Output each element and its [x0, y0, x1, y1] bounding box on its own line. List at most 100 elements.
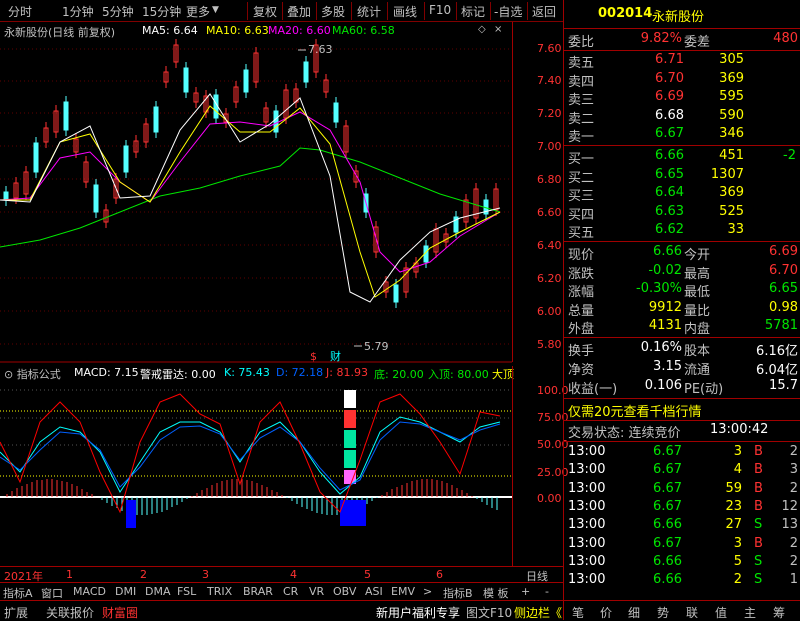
month-tick: 2	[140, 568, 147, 581]
buy-level-price: 6.64	[655, 185, 684, 201]
period-5min-button[interactable]: 5分钟	[102, 3, 134, 20]
tab-brar[interactable]: BRAR	[243, 585, 273, 598]
indicator-tick: 0.00	[537, 492, 562, 505]
signal-block	[344, 410, 356, 428]
tab-fsl[interactable]: FSL	[177, 585, 196, 598]
tick-side: B	[754, 462, 763, 478]
stock-name: 永新股份	[652, 10, 705, 25]
expand-button[interactable]: 扩展	[4, 604, 28, 621]
chart-canvas[interactable]: 7.63 5.79 $ 财	[0, 22, 512, 582]
tab-asi[interactable]: ASI	[365, 585, 383, 598]
period-toolbar: 分时 1分钟 5分钟 15分钟 更多 ▼ 复权 叠加 多股 统计 画线 F10 …	[0, 0, 563, 22]
tick-volume: 3	[733, 535, 742, 551]
dividend-marker[interactable]: $	[310, 350, 317, 363]
tab-indicator-a[interactable]: 指标A	[3, 585, 33, 601]
sell-level-row[interactable]: 卖四 6.70 369	[564, 70, 800, 90]
tab-dmi[interactable]: DMI	[115, 585, 136, 598]
indicator-header: ⊙ 指标公式 MACD: 7.15 警戒雷达: 0.00 K: 75.43 D:…	[0, 365, 514, 382]
signal-block	[344, 390, 356, 408]
buy-level-row[interactable]: 买五 6.62 33	[564, 222, 800, 241]
f10-button[interactable]: F10	[429, 3, 451, 17]
sell-level-row[interactable]: 卖一 6.67 346	[564, 126, 800, 145]
sell-level-row[interactable]: 卖三 6.69 595	[564, 89, 800, 109]
add-indicator-button[interactable]: +	[521, 585, 530, 598]
sell-level-row[interactable]: 卖二 6.68 590	[564, 108, 800, 127]
multi-stock-button[interactable]: 多股	[321, 3, 345, 20]
k-line	[0, 416, 501, 495]
sell-level-price: 6.69	[655, 89, 684, 105]
tab-window[interactable]: 窗口	[41, 585, 63, 601]
back-button[interactable]: 返回	[532, 3, 556, 20]
stat-value: 9912	[648, 299, 682, 315]
stat-row: 收益(一) 0.106 PE(动) 15.7	[564, 378, 800, 397]
tick-side: S	[754, 572, 763, 588]
stat-label: PE(动)	[684, 382, 724, 397]
period-intraday-button[interactable]: 分时	[8, 3, 32, 20]
mark-button[interactable]: 标记	[461, 3, 485, 20]
buy-level-price: 6.62	[655, 222, 684, 238]
adjust-button[interactable]: 复权	[253, 3, 277, 20]
tab-trix[interactable]: TRIX	[207, 585, 232, 598]
self-select-button[interactable]: -自选	[494, 3, 522, 20]
related-quotes-button[interactable]: 关联报价	[46, 604, 94, 621]
promo-link[interactable]: 新用户福利专享	[376, 604, 460, 621]
tab-dma[interactable]: DMA	[145, 585, 171, 598]
tick-time: 13:00	[568, 517, 606, 533]
buy-level-label: 买二	[568, 170, 595, 186]
finance-marker[interactable]: 财	[330, 349, 341, 363]
month-tick: 6	[436, 568, 443, 581]
chevron-down-icon[interactable]: ▼	[212, 5, 219, 15]
f10-link[interactable]: 图文F10	[466, 604, 512, 621]
tick-price: 6.67	[653, 535, 682, 551]
tick-time: 13:00	[568, 498, 606, 514]
month-tick: 3	[202, 568, 209, 581]
tab-vr[interactable]: VR	[309, 585, 324, 598]
remove-indicator-button[interactable]: -	[545, 585, 549, 598]
stat-label: 收益(一)	[568, 382, 618, 397]
period-15min-button[interactable]: 15分钟	[142, 3, 181, 20]
buy-level-row[interactable]: 买四 6.63 525	[564, 204, 800, 223]
sidebar-toggle[interactable]: 侧边栏《	[514, 604, 562, 621]
sell-level-volume: 369	[719, 70, 744, 86]
overlay-button[interactable]: 叠加	[287, 3, 311, 20]
buy-level-row[interactable]: 买三 6.64 369	[564, 185, 800, 204]
tick-row: 13:00 6.67 3 B 2	[564, 444, 800, 462]
buy-level-row[interactable]: 买一 6.66 451 -2	[564, 148, 800, 167]
statistics-button[interactable]: 统计	[357, 3, 381, 20]
draw-line-button[interactable]: 画线	[393, 3, 417, 20]
tick-count: 2	[789, 553, 798, 569]
k-value: K: 75.43	[224, 366, 270, 379]
tick-count: 2	[789, 444, 798, 459]
j-line	[0, 393, 501, 514]
tab-template[interactable]: 模 板	[483, 585, 509, 601]
stock-title: 002014 永新股份	[564, 6, 800, 26]
tab-macd[interactable]: MACD	[73, 585, 106, 598]
stat-label: 总量	[568, 303, 595, 319]
tab-obv[interactable]: OBV	[333, 585, 356, 598]
tab-emv[interactable]: EMV	[391, 585, 415, 598]
candle-body	[243, 69, 249, 93]
sell-level-label: 卖三	[568, 93, 595, 109]
stat-label: 今开	[684, 248, 711, 263]
sell-level-row[interactable]: 卖五 6.71 305	[564, 52, 800, 71]
signal-block	[344, 450, 356, 468]
level2-promo-text[interactable]: 仅需20元查看千档行情	[568, 401, 702, 420]
tab-more[interactable]: >	[423, 585, 432, 598]
period-1min-button[interactable]: 1分钟	[62, 3, 94, 20]
date-axis: 2021年 1 2 3 4 5 6 日线	[0, 566, 563, 583]
period-more-button[interactable]: 更多	[186, 3, 210, 20]
indicator-grid	[0, 389, 512, 446]
tab-cr[interactable]: CR	[283, 585, 298, 598]
indicator-axis: 100.0 75.00 50.00 25.00 0.00	[512, 366, 569, 566]
stat-label: 量比	[684, 303, 711, 319]
tab-indicator-b[interactable]: 指标B	[443, 585, 473, 601]
candle-body	[183, 67, 189, 93]
stat-value: 4131	[648, 318, 682, 334]
indicator-formula-button[interactable]: ⊙ 指标公式	[4, 366, 61, 382]
wealth-circle-button[interactable]: 财富圈	[102, 604, 138, 621]
buy-level-row[interactable]: 买二 6.65 1307	[564, 167, 800, 186]
level2-promo[interactable]: 仅需20元查看千档行情	[564, 401, 800, 420]
price-tick: 6.60	[537, 206, 562, 219]
tick-row: 13:00 6.67 3 B 2	[564, 536, 800, 554]
signal-block	[344, 430, 356, 448]
